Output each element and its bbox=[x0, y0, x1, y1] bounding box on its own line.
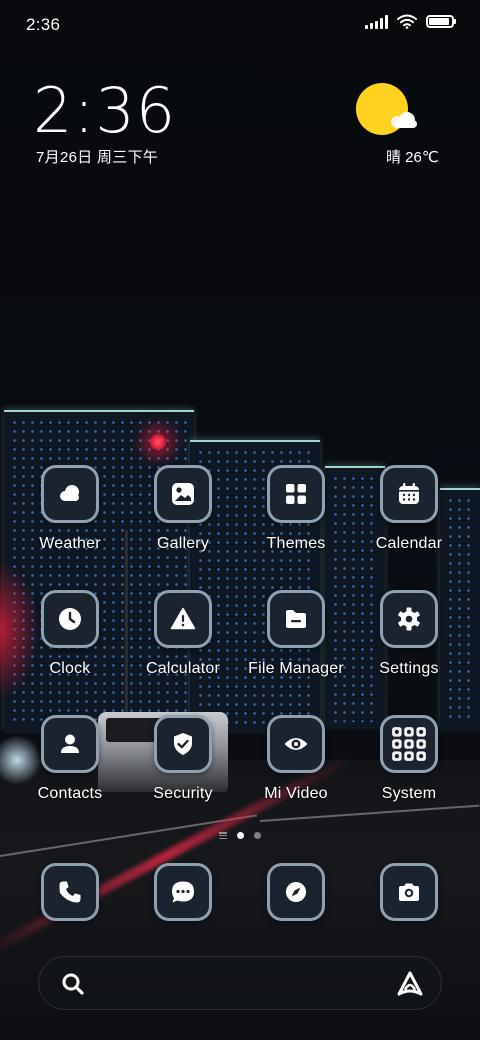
app-gallery[interactable]: Gallery bbox=[129, 465, 237, 553]
calendar-icon bbox=[399, 483, 419, 504]
settings-icon bbox=[398, 607, 420, 631]
app-label: Mi Video bbox=[264, 785, 328, 802]
app-clock[interactable]: Clock bbox=[16, 590, 124, 678]
wallpaper-traffic-light bbox=[148, 432, 168, 452]
weather-icon bbox=[60, 485, 79, 501]
app-tile[interactable] bbox=[154, 715, 212, 773]
wallpaper-pole bbox=[125, 530, 128, 730]
dock-tile[interactable] bbox=[380, 863, 438, 921]
app-system-folder[interactable]: System bbox=[355, 715, 463, 803]
wifi-icon bbox=[397, 14, 417, 29]
clock-widget-time[interactable]: 2:36 bbox=[33, 74, 176, 147]
dock-tile[interactable] bbox=[267, 863, 325, 921]
app-file-manager[interactable]: File Manager bbox=[242, 590, 350, 678]
themes-icon bbox=[286, 484, 306, 504]
security-icon bbox=[174, 733, 192, 755]
app-mi-video[interactable]: Mi Video bbox=[242, 715, 350, 803]
dock-messages[interactable] bbox=[129, 863, 237, 921]
page-indicator[interactable] bbox=[0, 832, 480, 839]
app-security[interactable]: Security bbox=[129, 715, 237, 803]
app-contacts[interactable]: Contacts bbox=[16, 715, 124, 803]
app-tile[interactable] bbox=[41, 590, 99, 648]
camera-icon bbox=[399, 883, 419, 901]
app-label: File Manager bbox=[248, 660, 344, 677]
app-label: Gallery bbox=[156, 535, 210, 552]
assistant-icon[interactable] bbox=[395, 969, 425, 999]
app-label: System bbox=[381, 785, 437, 802]
app-label: Weather bbox=[39, 535, 101, 552]
app-tile[interactable] bbox=[154, 590, 212, 648]
app-themes[interactable]: Themes bbox=[242, 465, 350, 553]
app-calendar[interactable]: Calendar bbox=[355, 465, 463, 553]
status-bar: 2:36 bbox=[0, 0, 480, 50]
mi-video-icon bbox=[284, 738, 308, 750]
clock-icon bbox=[59, 608, 81, 630]
battery-icon bbox=[426, 15, 456, 28]
app-tile[interactable] bbox=[380, 465, 438, 523]
dock-browser[interactable] bbox=[242, 863, 350, 921]
dock-tile[interactable] bbox=[41, 863, 99, 921]
dock-tile[interactable] bbox=[154, 863, 212, 921]
dock-phone[interactable] bbox=[16, 863, 124, 921]
app-label: Security bbox=[153, 785, 213, 802]
status-icons bbox=[365, 14, 456, 29]
app-label: Settings bbox=[379, 660, 439, 677]
clock-widget-date[interactable]: 7月26日 周三下午 bbox=[36, 146, 158, 167]
app-tile[interactable] bbox=[267, 465, 325, 523]
system-folder-icon bbox=[392, 727, 426, 761]
app-calculator[interactable]: Calculator bbox=[129, 590, 237, 678]
app-tile[interactable] bbox=[267, 590, 325, 648]
page-dot-active[interactable] bbox=[237, 832, 244, 839]
page-indicator-menu-icon[interactable] bbox=[219, 832, 227, 839]
phone-icon bbox=[59, 881, 81, 903]
contacts-icon bbox=[61, 734, 79, 753]
gallery-icon bbox=[172, 483, 194, 505]
app-tile[interactable] bbox=[41, 465, 99, 523]
page-dot[interactable] bbox=[254, 832, 261, 839]
messages-icon bbox=[172, 881, 194, 903]
dock-camera[interactable] bbox=[355, 863, 463, 921]
signal-icon bbox=[365, 14, 388, 29]
app-weather[interactable]: Weather bbox=[16, 465, 124, 553]
app-tile[interactable] bbox=[267, 715, 325, 773]
app-tile[interactable] bbox=[154, 465, 212, 523]
app-settings[interactable]: Settings bbox=[355, 590, 463, 678]
app-label: Contacts bbox=[37, 785, 103, 802]
compass-icon bbox=[286, 882, 306, 902]
search-icon[interactable] bbox=[59, 970, 87, 998]
calculator-icon bbox=[170, 607, 196, 630]
app-label: Calculator bbox=[145, 660, 221, 677]
app-label: Themes bbox=[266, 535, 326, 552]
app-tile[interactable] bbox=[380, 715, 438, 773]
app-label: Calendar bbox=[375, 535, 443, 552]
cloud-icon bbox=[391, 112, 419, 128]
app-tile[interactable] bbox=[380, 590, 438, 648]
search-bar[interactable] bbox=[38, 956, 442, 1010]
weather-widget-text[interactable]: 晴 26℃ bbox=[386, 146, 439, 167]
file-manager-icon bbox=[286, 610, 306, 628]
app-tile[interactable] bbox=[41, 715, 99, 773]
status-time: 2:36 bbox=[26, 15, 61, 34]
app-label: Clock bbox=[49, 660, 91, 677]
